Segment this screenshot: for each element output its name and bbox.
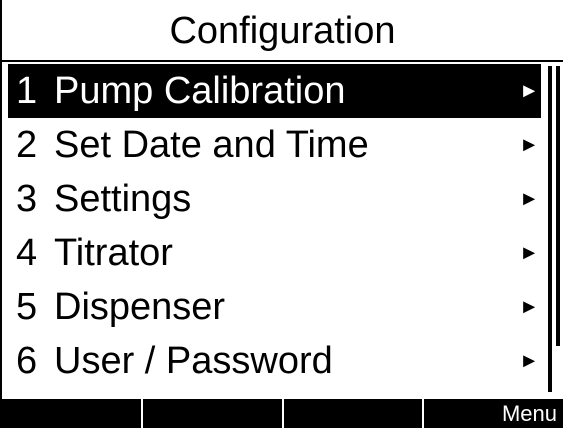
softkey-3[interactable] (284, 399, 425, 428)
menu-item-label: Settings (54, 178, 192, 220)
menu-item-number: 1 (16, 70, 38, 112)
menu-item-set-date-time[interactable]: 2 Set Date and Time ► (8, 118, 541, 172)
softkey-menu[interactable]: Menu (424, 399, 563, 428)
menu-item-dispenser[interactable]: 5 Dispenser ► (8, 280, 541, 334)
menu-item-user-password[interactable]: 6 User / Password ► (8, 334, 541, 388)
softkey-1[interactable] (2, 399, 143, 428)
submenu-arrow-icon: ► (519, 350, 539, 372)
menu-list: 1 Pump Calibration ► 2 Set Date and Time ►… (8, 64, 541, 388)
scrollbar-thumb[interactable] (548, 66, 560, 346)
submenu-arrow-icon: ► (519, 80, 539, 102)
screen-title: Configuration (2, 0, 563, 62)
menu-item-number: 2 (16, 124, 38, 166)
submenu-arrow-icon: ► (519, 134, 539, 156)
menu-item-number: 6 (16, 340, 38, 382)
menu-item-titrator[interactable]: 4 Titrator ► (8, 226, 541, 280)
menu-item-label: Pump Calibration (54, 70, 346, 112)
device-screen: Configuration 1 Pump Calibration ► 2 Set D… (0, 0, 563, 428)
submenu-arrow-icon: ► (519, 296, 539, 318)
menu-item-pump-calibration[interactable]: 1 Pump Calibration ► (8, 64, 541, 118)
menu-item-number: 5 (16, 286, 38, 328)
menu-item-settings[interactable]: 3 Settings ► (8, 172, 541, 226)
menu-item-number: 3 (16, 178, 38, 220)
menu-item-number: 4 (16, 232, 38, 274)
submenu-arrow-icon: ► (519, 242, 539, 264)
softkey-bar: Menu (2, 399, 563, 428)
menu-item-label: Dispenser (54, 286, 226, 328)
submenu-arrow-icon: ► (519, 188, 539, 210)
menu-item-label: Set Date and Time (54, 124, 369, 166)
menu-item-label: Titrator (54, 232, 173, 274)
softkey-2[interactable] (143, 399, 284, 428)
menu-item-label: User / Password (54, 340, 333, 382)
